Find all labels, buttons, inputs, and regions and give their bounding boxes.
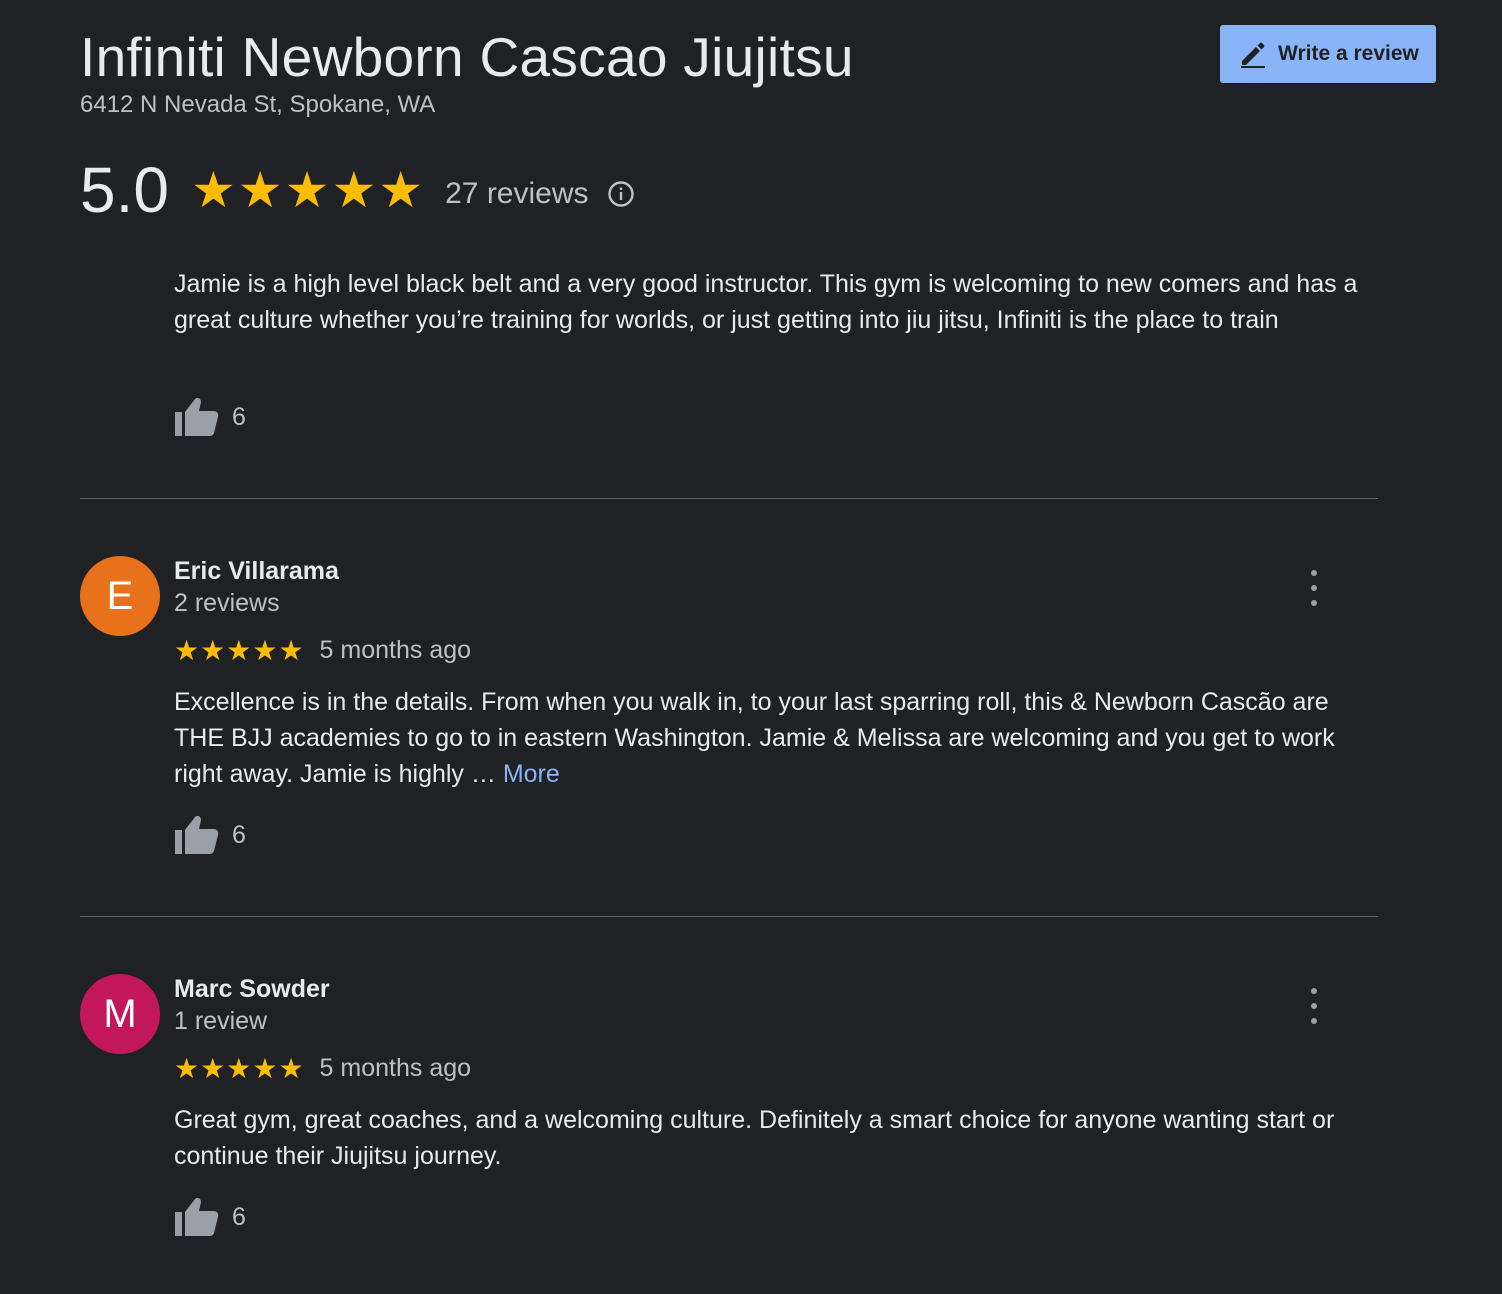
star-icon: ★	[237, 162, 283, 218]
thumbs-up-icon	[175, 1198, 219, 1236]
divider	[80, 916, 1378, 917]
review-card: M Marc Sowder 1 review ★ ★ ★ ★ ★ 5 month…	[80, 974, 1380, 1274]
like-count: 6	[232, 820, 246, 849]
review-stars: ★ ★ ★ ★ ★	[174, 1052, 304, 1084]
like-button[interactable]: 6	[174, 1196, 246, 1238]
more-options-icon[interactable]	[1298, 988, 1330, 1024]
star-icon: ★	[190, 162, 236, 218]
star-icon: ★	[284, 162, 330, 218]
write-review-button[interactable]: Write a review	[1220, 25, 1436, 83]
review-meta: ★ ★ ★ ★ ★ 5 months ago	[174, 1054, 471, 1083]
author-name[interactable]: Eric Villarama	[174, 556, 339, 586]
pencil-icon	[1238, 39, 1268, 69]
star-icon: ★	[200, 634, 226, 666]
review-meta: ★ ★ ★ ★ ★ 5 months ago	[174, 636, 471, 665]
like-button[interactable]: 6	[174, 396, 246, 438]
like-count: 6	[232, 402, 246, 431]
star-icon: ★	[252, 1052, 278, 1084]
star-icon: ★	[174, 1052, 200, 1084]
rating-summary: 5.0 ★ ★ ★ ★ ★ 27 reviews	[80, 150, 635, 230]
avatar[interactable]: E	[80, 556, 160, 636]
author-info: Eric Villarama 2 reviews	[174, 556, 339, 620]
more-options-icon[interactable]	[1298, 570, 1330, 606]
total-review-count: 27 reviews	[445, 177, 589, 210]
info-icon[interactable]	[607, 180, 635, 208]
star-icon: ★	[226, 1052, 252, 1084]
average-score: 5.0	[80, 154, 169, 226]
star-icon: ★	[278, 1052, 304, 1084]
avatar[interactable]: M	[80, 974, 160, 1054]
star-icon: ★	[200, 1052, 226, 1084]
reviews-page: Infiniti Newborn Cascao Jiujitsu 6412 N …	[0, 0, 1502, 1294]
review-date: 5 months ago	[319, 1054, 472, 1082]
review-text: Great gym, great coaches, and a welcomin…	[174, 1106, 1335, 1170]
review-text: Jamie is a high level black belt and a v…	[174, 270, 1358, 334]
review-text: Excellence is in the details. From when …	[174, 684, 1384, 792]
more-link[interactable]: More	[503, 760, 560, 788]
star-icon: ★	[226, 634, 252, 666]
star-icon: ★	[174, 634, 200, 666]
author-info: Marc Sowder 1 review	[174, 974, 330, 1038]
author-name[interactable]: Marc Sowder	[174, 974, 330, 1004]
star-icon: ★	[378, 162, 424, 218]
review-date: 5 months ago	[319, 636, 472, 664]
star-icon: ★	[278, 634, 304, 666]
review-card: Jamie is a high level black belt and a v…	[80, 262, 1380, 462]
like-button[interactable]: 6	[174, 814, 246, 856]
star-icon: ★	[331, 162, 377, 218]
place-address: 6412 N Nevada St, Spokane, WA	[80, 91, 436, 118]
author-review-count: 2 reviews	[174, 589, 280, 617]
review-card: E Eric Villarama 2 reviews ★ ★ ★ ★ ★ 5 m…	[80, 556, 1380, 876]
write-review-label: Write a review	[1278, 42, 1419, 65]
average-stars: ★ ★ ★ ★ ★	[191, 165, 423, 215]
thumbs-up-icon	[175, 398, 219, 436]
author-review-count: 1 review	[174, 1007, 268, 1035]
like-count: 6	[232, 1202, 246, 1231]
star-icon: ★	[252, 634, 278, 666]
review-stars: ★ ★ ★ ★ ★	[174, 634, 304, 666]
thumbs-up-icon	[175, 816, 219, 854]
divider	[80, 498, 1378, 499]
review-text-body: Excellence is in the details. From when …	[174, 688, 1335, 788]
